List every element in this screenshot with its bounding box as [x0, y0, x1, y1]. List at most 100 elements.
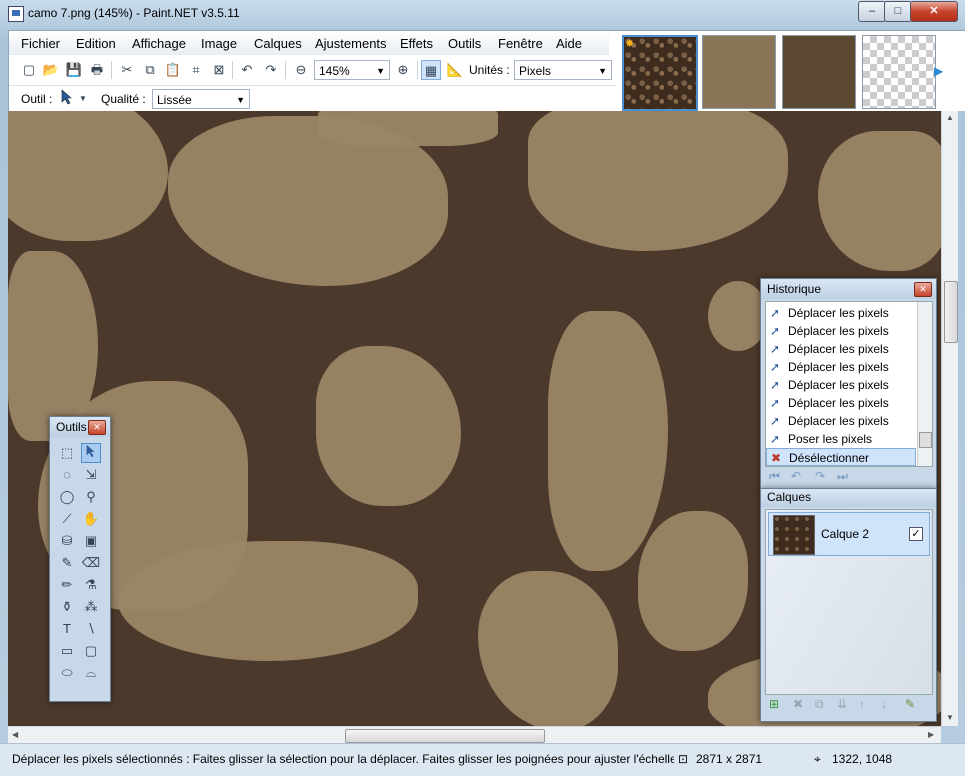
maximize-button[interactable]: □ — [884, 1, 912, 22]
history-item[interactable]: ➚ Déplacer les pixels — [766, 322, 916, 340]
history-item[interactable]: ➚ Déplacer les pixels — [766, 358, 916, 376]
redo-icon[interactable]: ↷ — [815, 469, 825, 483]
history-title-bar[interactable]: Historique ✕ — [761, 279, 936, 299]
menu-edition[interactable]: Edition — [76, 36, 116, 51]
history-item[interactable]: ➚ Déplacer les pixels — [766, 394, 916, 412]
grid-icon[interactable]: ▦ — [421, 60, 441, 80]
eraser-icon[interactable]: ⌫ — [81, 553, 101, 573]
vertical-scrollbar[interactable]: ▲ ▼ — [941, 111, 958, 726]
thumbnails-next-icon[interactable]: ▶ — [934, 64, 943, 78]
horizontal-scrollbar[interactable]: ◀ ▶ — [8, 726, 941, 744]
rounded-rectangle-icon[interactable]: ▢ — [81, 641, 101, 661]
freeform-shape-icon[interactable]: ⌓ — [81, 663, 101, 683]
paintbrush-icon[interactable]: ✎ — [57, 553, 77, 573]
menu-outils[interactable]: Outils — [448, 36, 481, 51]
cut-icon[interactable]: ✂ — [117, 60, 137, 80]
duplicate-layer-icon[interactable]: ⧉ — [815, 697, 824, 712]
new-icon[interactable]: ▢ — [19, 60, 39, 80]
image-thumbnail[interactable] — [782, 35, 856, 109]
zoom-combo[interactable]: 145% ▼ — [314, 60, 390, 80]
copy-icon[interactable]: ⧉ — [140, 60, 160, 80]
layer-visibility-checkbox[interactable]: ✓ — [909, 527, 923, 541]
redo-icon[interactable]: ↷ — [261, 60, 281, 80]
pan-hand-icon[interactable]: ✋ — [81, 509, 101, 529]
title-bar[interactable]: camo 7.png (145%) - Paint.NET v3.5.11 – … — [0, 0, 965, 28]
deselect-icon[interactable]: ⊠ — [209, 60, 229, 80]
fast-forward-icon[interactable]: ⏭ — [837, 469, 848, 484]
image-thumbnail[interactable] — [702, 35, 776, 109]
undo-icon[interactable]: ↶ — [791, 469, 801, 483]
minimize-button[interactable]: – — [858, 1, 886, 22]
history-item[interactable]: ➚ Poser les pixels — [766, 430, 916, 448]
move-layer-down-icon[interactable]: ↓ — [881, 697, 887, 711]
window-frame: camo 7.png (145%) - Paint.NET v3.5.11 – … — [0, 0, 965, 776]
rewind-icon[interactable]: ⏮ — [769, 469, 780, 484]
chevron-down-icon[interactable]: ▼ — [77, 89, 89, 109]
move-selected-pixels-icon[interactable]: ⇲ — [81, 465, 101, 485]
scroll-right-icon[interactable]: ▶ — [928, 730, 934, 739]
vertical-scroll-thumb[interactable] — [944, 281, 958, 343]
color-picker-icon[interactable]: ⚗ — [81, 575, 101, 595]
move-layer-up-icon[interactable]: ↑ — [859, 697, 865, 711]
lasso-select-icon[interactable]: ◌ — [57, 465, 77, 485]
ellipse-shape-icon[interactable]: ⬭ — [57, 663, 77, 683]
rulers-icon[interactable]: 📐 — [445, 60, 465, 80]
pencil-icon[interactable]: ✏ — [57, 575, 77, 595]
merge-layer-down-icon[interactable]: ⇊ — [837, 697, 847, 711]
open-icon[interactable]: 📂 — [41, 60, 61, 80]
move-selection-tool-icon[interactable] — [81, 443, 101, 463]
tools-title-bar[interactable]: Outils ✕ — [50, 417, 110, 437]
scroll-down-icon[interactable]: ▼ — [946, 713, 954, 722]
history-close-button[interactable]: ✕ — [914, 282, 932, 297]
history-item[interactable]: ➚ Déplacer les pixels — [766, 412, 916, 430]
line-curve-icon[interactable]: ∖ — [81, 619, 101, 639]
paste-icon[interactable]: 📋 — [163, 60, 183, 80]
zoom-out-icon[interactable]: ⊖ — [291, 60, 311, 80]
quality-combo[interactable]: Lissée ▼ — [152, 89, 250, 109]
image-thumbnail-active[interactable]: ✸ — [622, 35, 698, 111]
crop-icon[interactable]: ⌗ — [186, 60, 206, 80]
history-scrollbar[interactable] — [917, 302, 932, 466]
units-combo[interactable]: Pixels ▼ — [514, 60, 612, 80]
menu-image[interactable]: Image — [201, 36, 237, 51]
menu-ajustements[interactable]: Ajustements — [315, 36, 387, 51]
history-item-selected[interactable]: ✖ Désélectionner — [766, 448, 916, 466]
zoom-in-icon[interactable]: ⊕ — [393, 60, 413, 80]
horizontal-scroll-thumb[interactable] — [345, 729, 545, 743]
save-icon[interactable]: 💾 — [64, 60, 84, 80]
recolor-icon[interactable]: ⁂ — [81, 597, 101, 617]
close-button[interactable]: ✕ — [910, 1, 958, 22]
image-thumbnail[interactable] — [862, 35, 936, 109]
delete-layer-icon[interactable]: ✖ — [793, 697, 803, 711]
menu-affichage[interactable]: Affichage — [132, 36, 186, 51]
rectangle-select-icon[interactable]: ⬚ — [57, 443, 77, 463]
move-selection-icon[interactable] — [57, 89, 77, 109]
history-scroll-thumb[interactable] — [919, 432, 932, 448]
undo-icon[interactable]: ↶ — [237, 60, 257, 80]
layer-item-selected[interactable]: Calque 2 ✓ — [768, 512, 930, 556]
ellipse-select-icon[interactable]: ◯ — [57, 487, 77, 507]
cursor-position-icon: ⌖ — [814, 752, 821, 766]
menu-fenetre[interactable]: Fenêtre — [498, 36, 543, 51]
print-icon[interactable]: 🖶 — [87, 60, 107, 80]
magic-wand-icon[interactable]: ⟋ — [57, 509, 77, 529]
history-item[interactable]: ➚ Déplacer les pixels — [766, 340, 916, 358]
history-item[interactable]: ➚ Déplacer les pixels — [766, 376, 916, 394]
menu-fichier[interactable]: Fichier — [21, 36, 60, 51]
layers-title-bar[interactable]: Calques — [761, 489, 936, 507]
tools-close-button[interactable]: ✕ — [88, 420, 106, 435]
clone-stamp-icon[interactable]: ⚱ — [57, 597, 77, 617]
rectangle-shape-icon[interactable]: ▭ — [57, 641, 77, 661]
scroll-up-icon[interactable]: ▲ — [946, 113, 954, 122]
menu-aide[interactable]: Aide — [556, 36, 582, 51]
add-layer-icon[interactable]: ⊞ — [769, 697, 779, 711]
history-item[interactable]: ➚ Déplacer les pixels — [766, 304, 916, 322]
layer-properties-icon[interactable]: ✎ — [905, 697, 915, 711]
menu-effets[interactable]: Effets — [400, 36, 433, 51]
gradient-icon[interactable]: ▣ — [81, 531, 101, 551]
zoom-tool-icon[interactable]: ⚲ — [81, 487, 101, 507]
menu-calques[interactable]: Calques — [254, 36, 302, 51]
paint-bucket-icon[interactable]: ⛁ — [57, 531, 77, 551]
text-tool-icon[interactable]: T — [57, 619, 77, 639]
scroll-left-icon[interactable]: ◀ — [12, 730, 18, 739]
